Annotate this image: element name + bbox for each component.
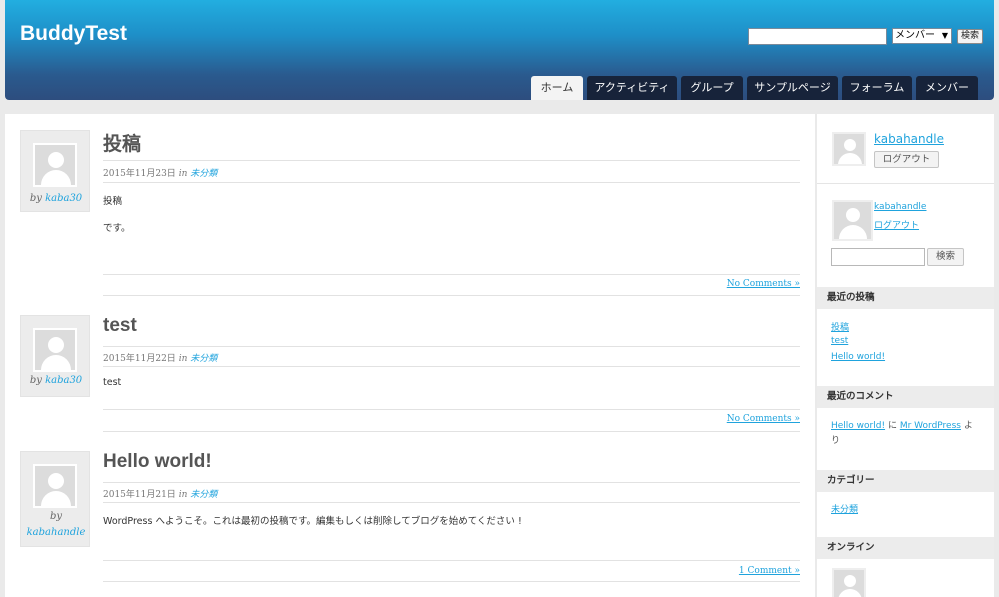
divider: [103, 560, 800, 561]
nav-tab-home[interactable]: ホーム: [531, 76, 583, 100]
divider: [103, 431, 800, 432]
post-list: by kaba30 投稿 2015年11月23日 in 未分類 投稿 です。 N…: [5, 114, 815, 597]
recent-post-link[interactable]: 投稿: [831, 320, 849, 333]
divider: [103, 346, 800, 347]
divider: [103, 482, 800, 483]
by-label: by: [29, 375, 42, 386]
category-link[interactable]: 未分類: [190, 354, 217, 364]
online-title: オンライン: [817, 537, 994, 559]
post-body-line: 投稿: [103, 196, 123, 207]
in-label: in: [178, 169, 188, 179]
author-avatar-box: by kabahandle: [20, 451, 90, 547]
comments-link[interactable]: No Comments »: [727, 414, 800, 424]
sidebar-search-button[interactable]: 検索: [927, 248, 964, 266]
post-meta: 2015年11月22日 in 未分類: [103, 351, 217, 364]
nav-tab-forums[interactable]: フォーラム: [842, 76, 912, 100]
divider: [103, 295, 800, 296]
avatar[interactable]: [33, 464, 77, 508]
comments-link[interactable]: No Comments »: [727, 279, 800, 289]
nav-tab-sample-page[interactable]: サンプルページ: [747, 76, 838, 100]
comment-author-link[interactable]: Mr WordPress: [900, 421, 961, 431]
widget-user-name[interactable]: kabahandle: [874, 202, 926, 212]
comment-suffix-2: り: [831, 436, 841, 446]
nav-tab-groups[interactable]: グループ: [681, 76, 743, 100]
category-link[interactable]: 未分類: [831, 502, 858, 515]
recent-comment-item: Hello world! に Mr WordPress よ り: [831, 419, 981, 449]
logout-button[interactable]: ログアウト: [874, 151, 939, 168]
post-meta: 2015年11月23日 in 未分類: [103, 166, 217, 179]
search-button[interactable]: 検索: [957, 29, 983, 44]
recent-posts-title: 最近の投稿: [817, 287, 994, 309]
author-avatar-box: by kaba30: [20, 315, 90, 397]
divider: [103, 160, 800, 161]
nav-tab-members[interactable]: メンバー: [916, 76, 978, 100]
by-label: by: [29, 193, 42, 204]
divider: [103, 409, 800, 410]
avatar[interactable]: [832, 132, 866, 166]
search-type-value: メンバー: [895, 30, 935, 41]
comment-joiner: に: [887, 421, 897, 431]
avatar[interactable]: [832, 200, 873, 241]
search-type-select[interactable]: メンバー ▼: [892, 28, 952, 44]
categories-title: カテゴリー: [817, 470, 994, 492]
author-link[interactable]: kaba30: [45, 193, 82, 204]
divider: [103, 502, 800, 503]
divider: [103, 274, 800, 275]
author-avatar-box: by kaba30: [20, 130, 90, 212]
recent-comments-title: 最近のコメント: [817, 386, 994, 408]
comment-suffix: よ: [963, 421, 973, 431]
post-title[interactable]: test: [103, 315, 137, 337]
post-title[interactable]: Hello world!: [103, 451, 212, 473]
avatar[interactable]: [832, 568, 866, 597]
category-link[interactable]: 未分類: [190, 169, 217, 179]
post-body-line: WordPress へようこそ。これは最初の投稿です。編集もしくは削除してブログ…: [103, 516, 522, 527]
search-input[interactable]: [748, 28, 887, 45]
author-link[interactable]: kaba30: [45, 375, 82, 386]
post-body-line: です。: [103, 223, 131, 234]
divider: [103, 581, 800, 582]
in-label: in: [178, 354, 188, 364]
nav-tab-activity[interactable]: アクティビティ: [587, 76, 677, 100]
sidebar-search-input[interactable]: [831, 248, 925, 266]
avatar[interactable]: [33, 143, 77, 187]
post-date: 2015年11月23日: [103, 169, 176, 179]
recent-post-link[interactable]: Hello world!: [831, 352, 885, 362]
post-author: by kaba30: [21, 373, 91, 389]
comment-post-link[interactable]: Hello world!: [831, 421, 885, 431]
widget-logout-link[interactable]: ログアウト: [874, 218, 919, 231]
divider: [817, 183, 994, 184]
avatar[interactable]: [33, 328, 77, 372]
post-author: by kaba30: [21, 191, 91, 207]
divider: [103, 366, 800, 367]
sidebar-user-name[interactable]: kabahandle: [874, 132, 944, 146]
post-title[interactable]: 投稿: [103, 129, 141, 156]
dropdown-arrow-icon: ▼: [941, 31, 948, 40]
post-date: 2015年11月22日: [103, 354, 176, 364]
comments-link[interactable]: 1 Comment »: [739, 566, 800, 576]
category-link[interactable]: 未分類: [190, 490, 217, 500]
recent-post-link[interactable]: test: [831, 336, 848, 346]
post-meta: 2015年11月21日 in 未分類: [103, 487, 217, 500]
sidebar: kabahandle ログアウト kabahandle ログアウト 検索 最近の…: [817, 114, 994, 597]
post-body-line: test: [103, 377, 122, 388]
in-label: in: [178, 490, 188, 500]
post-date: 2015年11月21日: [103, 490, 176, 500]
post-author: by kabahandle: [21, 509, 91, 541]
author-link[interactable]: kabahandle: [27, 527, 86, 538]
by-label: by: [49, 511, 63, 522]
site-title[interactable]: BuddyTest: [20, 22, 127, 46]
divider: [103, 182, 800, 183]
